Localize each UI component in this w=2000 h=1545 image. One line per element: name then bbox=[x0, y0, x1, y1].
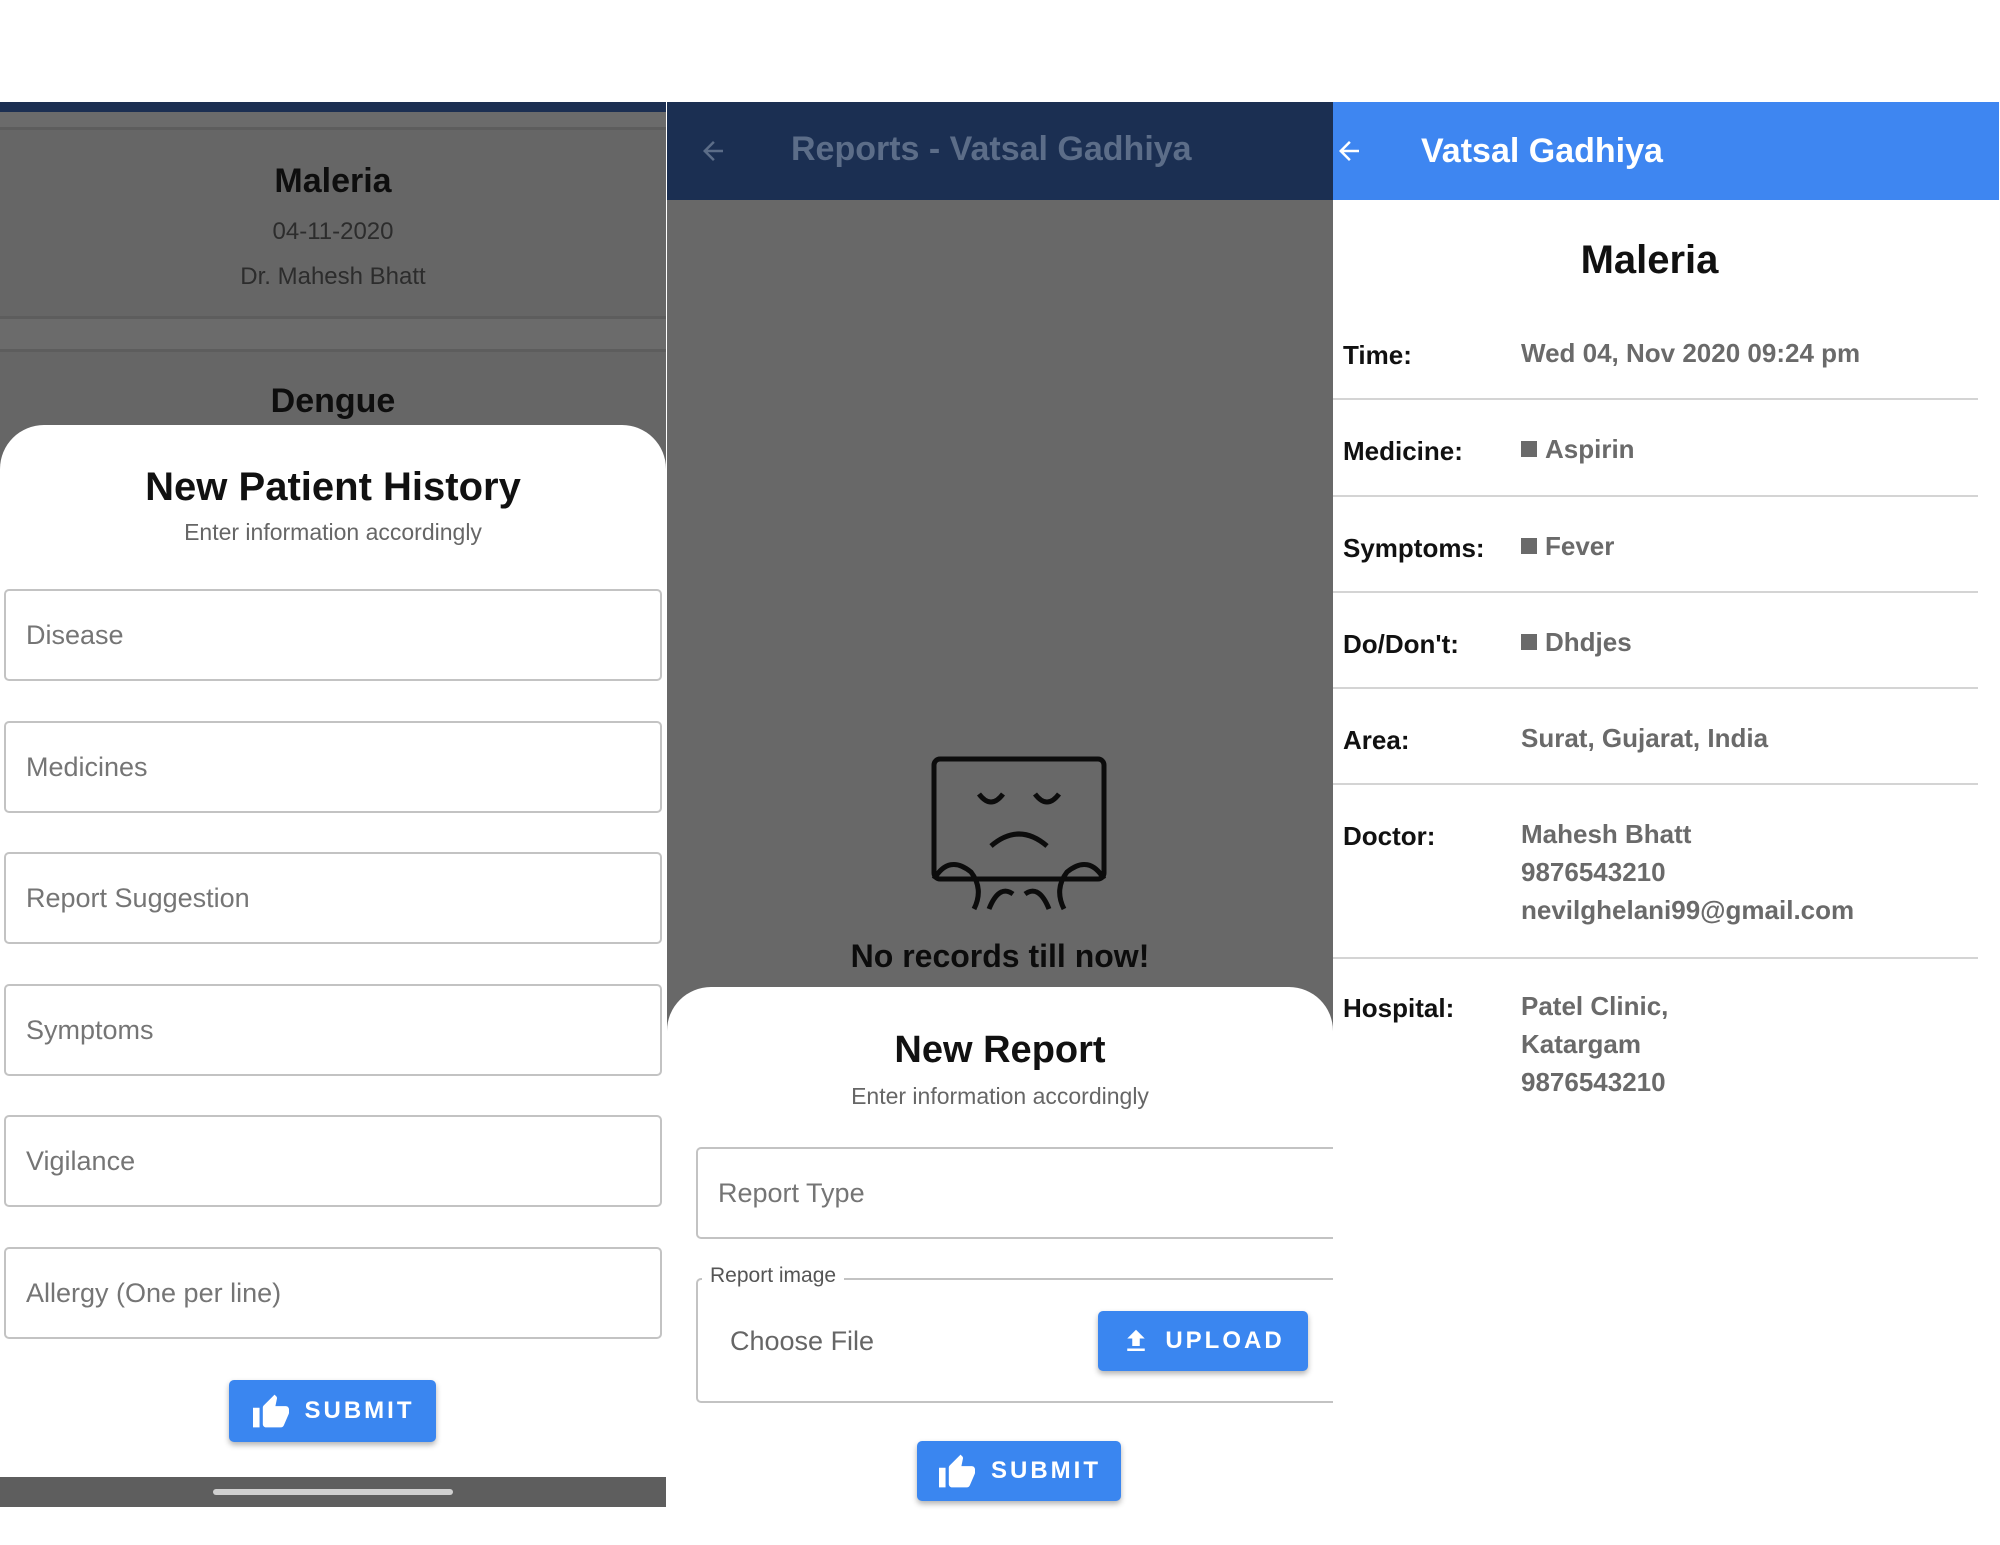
app-bar: Reports - Vatsal Gadhiya bbox=[667, 102, 1333, 200]
doctor-label: Doctor: bbox=[1343, 821, 1436, 851]
doctor-email[interactable]: nevilghelani99@gmail.com bbox=[1521, 891, 1854, 929]
vigilance-field[interactable]: Vigilance bbox=[4, 1115, 662, 1207]
arrow-left-icon[interactable] bbox=[697, 136, 729, 166]
app-bar: Vatsal Gadhiya bbox=[1333, 102, 1999, 200]
hospital-phone[interactable]: 9876543210 bbox=[1521, 1063, 1668, 1101]
dodont-row: Do/Don't: Dhdjes bbox=[1333, 593, 1978, 689]
hospital-row: Hospital: Patel Clinic, Katargam 9876543… bbox=[1333, 959, 1978, 1129]
choose-file-label[interactable]: Choose File bbox=[730, 1326, 874, 1357]
medicine-value: Aspirin bbox=[1521, 430, 1635, 468]
submit-label: SUBMIT bbox=[304, 1397, 415, 1424]
record-disease: Dengue bbox=[270, 382, 396, 420]
upload-icon bbox=[1127, 1329, 1146, 1351]
symptoms-text: Fever bbox=[1545, 531, 1615, 561]
new-history-sheet: New Patient History Enter information ac… bbox=[0, 425, 666, 1477]
time-label: Time: bbox=[1343, 340, 1412, 370]
medicines-field[interactable]: Medicines bbox=[4, 721, 662, 813]
upload-label: UPLOAD bbox=[1165, 1327, 1285, 1354]
sheet-title: New Patient History bbox=[145, 465, 521, 509]
empty-state-text: No records till now! bbox=[850, 938, 1150, 974]
symptoms-label: Symptoms: bbox=[1343, 533, 1485, 563]
history-screen: Maleria 04-11-2020 Dr. Mahesh Bhatt Deng… bbox=[0, 102, 666, 1507]
report-image-legend: Report image bbox=[702, 1264, 845, 1288]
allergy-field[interactable]: Allergy (One per line) bbox=[4, 1247, 662, 1339]
app-bar bbox=[0, 102, 666, 112]
history-record-card[interactable]: Maleria 04-11-2020 Dr. Mahesh Bhatt bbox=[0, 127, 666, 319]
page-title: Vatsal Gadhiya bbox=[1421, 132, 1663, 170]
time-row: Time: Wed 04, Nov 2020 09:24 pm bbox=[1333, 302, 1978, 400]
record-date: 04-11-2020 bbox=[272, 218, 394, 245]
report-image-fieldset: Report image Choose File UPLOAD bbox=[696, 1264, 1333, 1403]
time-value: Wed 04, Nov 2020 09:24 pm bbox=[1521, 338, 1861, 368]
thumbs-up-icon bbox=[939, 1454, 975, 1488]
symptoms-value: Fever bbox=[1521, 527, 1614, 565]
report-suggestion-field[interactable]: Report Suggestion bbox=[4, 852, 662, 944]
hospital-value: Patel Clinic, Katargam 9876543210 bbox=[1521, 987, 1668, 1101]
medicine-row: Medicine: Aspirin bbox=[1333, 400, 1978, 497]
arrow-left-icon[interactable] bbox=[1333, 136, 1365, 166]
home-indicator[interactable] bbox=[213, 1489, 453, 1495]
area-row: Area: Surat, Gujarat, India bbox=[1333, 689, 1978, 785]
thumbs-up-icon bbox=[252, 1394, 289, 1428]
medicine-label: Medicine: bbox=[1343, 436, 1463, 466]
symptoms-field[interactable]: Symptoms bbox=[4, 984, 662, 1076]
new-report-sheet: New Report Enter information accordingly… bbox=[667, 987, 1333, 1545]
submit-button[interactable]: SUBMIT bbox=[917, 1441, 1121, 1501]
doctor-name: Mahesh Bhatt bbox=[1521, 819, 1692, 849]
sheet-title: New Report bbox=[894, 1029, 1106, 1071]
medicine-text: Aspirin bbox=[1545, 434, 1635, 464]
hospital-label: Hospital: bbox=[1343, 993, 1455, 1023]
bullet-icon bbox=[1521, 538, 1537, 554]
doctor-value: Mahesh Bhatt 9876543210 nevilghelani99@g… bbox=[1521, 815, 1854, 929]
submit-label: SUBMIT bbox=[991, 1457, 1101, 1484]
report-type-field[interactable]: Report Type bbox=[696, 1147, 1333, 1239]
system-nav-bar bbox=[0, 1477, 666, 1507]
sheet-subtitle: Enter information accordingly bbox=[184, 519, 482, 545]
doctor-row: Doctor: Mahesh Bhatt 9876543210 nevilghe… bbox=[1333, 785, 1978, 959]
disease-title: Maleria bbox=[1580, 238, 1719, 282]
hospital-name: Patel Clinic, bbox=[1521, 991, 1669, 1021]
reports-screen: Reports - Vatsal Gadhiya No records till… bbox=[667, 102, 1333, 1545]
submit-button[interactable]: SUBMIT bbox=[229, 1380, 436, 1442]
bullet-icon bbox=[1521, 441, 1537, 457]
upload-button[interactable]: UPLOAD bbox=[1098, 1311, 1308, 1371]
hospital-area: Katargam bbox=[1521, 1029, 1641, 1059]
dodont-value: Dhdjes bbox=[1521, 623, 1632, 661]
doctor-phone[interactable]: 9876543210 bbox=[1521, 853, 1854, 891]
detail-screen: Vatsal Gadhiya Maleria Time: Wed 04, Nov… bbox=[1333, 102, 1999, 1545]
page-title: Reports - Vatsal Gadhiya bbox=[791, 130, 1192, 168]
record-disease: Maleria bbox=[274, 162, 392, 200]
sheet-subtitle: Enter information accordingly bbox=[851, 1083, 1149, 1109]
area-label: Area: bbox=[1343, 725, 1410, 755]
dodont-label: Do/Don't: bbox=[1343, 629, 1459, 659]
area-value: Surat, Gujarat, India bbox=[1521, 723, 1769, 753]
disease-field[interactable]: Disease bbox=[4, 589, 662, 681]
symptoms-row: Symptoms: Fever bbox=[1333, 497, 1978, 593]
record-doctor: Dr. Mahesh Bhatt bbox=[240, 263, 426, 290]
bullet-icon bbox=[1521, 634, 1537, 650]
dodont-text: Dhdjes bbox=[1545, 627, 1632, 657]
sad-face-icon bbox=[931, 756, 1107, 911]
